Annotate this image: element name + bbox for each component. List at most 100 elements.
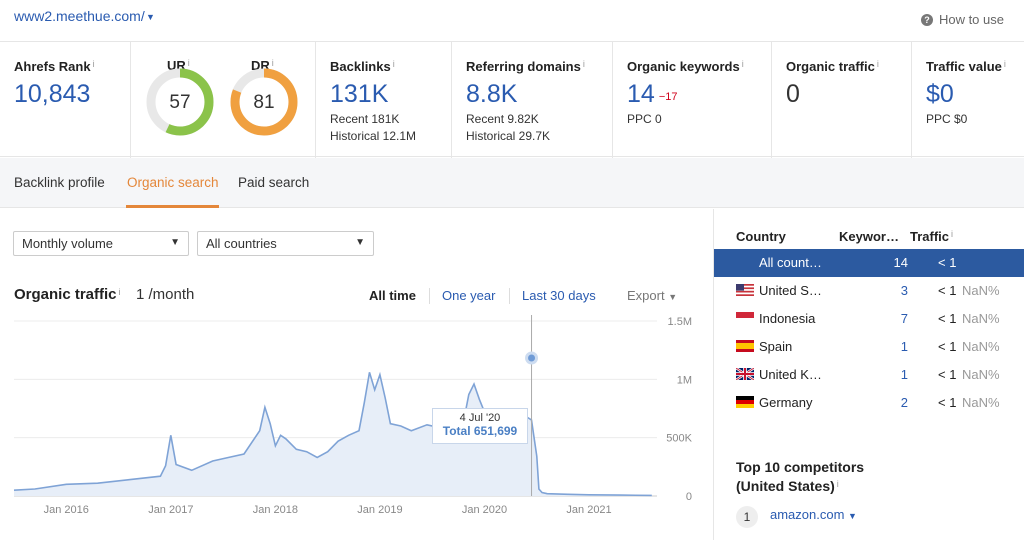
organic-traffic-chart[interactable]: 1.5M 1M 500K 0 Jan 2016 Jan 2017 Jan 2018 Jan 2…: [0, 315, 712, 540]
country-name: United S…: [759, 283, 822, 298]
country-name: Germany: [759, 395, 813, 410]
country-row-us[interactable]: United S… 3 < 1 NaN%: [714, 277, 1024, 305]
indonesia-flag-icon: [736, 312, 754, 324]
y-tick-label: 1M: [677, 374, 692, 386]
info-icon[interactable]: i: [393, 59, 395, 69]
backlinks-value[interactable]: 131K: [330, 80, 388, 109]
germany-flag-icon: [736, 396, 754, 408]
range-last-30-days[interactable]: Last 30 days: [522, 288, 596, 303]
how-to-use-link[interactable]: ? How to use: [920, 12, 1004, 27]
country-keywords: 14: [893, 255, 908, 270]
ahrefs-rank-value: 10,843: [14, 80, 91, 108]
metric-ur-dr: UR i 57 DR i 81: [131, 42, 316, 158]
country-traffic-share: NaN%: [962, 395, 1000, 410]
how-to-use-label: How to use: [938, 12, 1004, 27]
caret-down-icon: ▼: [848, 511, 857, 521]
ur-value: 57: [169, 92, 190, 113]
tab-organic-search[interactable]: Organic search: [127, 175, 219, 190]
x-tick-label: Jan 2016: [44, 504, 89, 516]
backlinks-historical: Historical 12.1M: [330, 129, 417, 143]
country-name: United K…: [759, 367, 822, 382]
referring-domains-value[interactable]: 8.8K: [466, 80, 517, 109]
country-header[interactable]: Country: [736, 229, 786, 244]
info-icon[interactable]: i: [583, 59, 585, 69]
info-icon[interactable]: i: [119, 287, 121, 297]
divider: [429, 288, 430, 304]
caret-down-icon: ▼: [355, 237, 365, 248]
traffic-area: [14, 372, 652, 496]
info-icon[interactable]: i: [951, 229, 953, 239]
y-tick-label: 0: [686, 491, 692, 503]
export-button[interactable]: Export ▼: [627, 288, 677, 303]
x-tick-label: Jan 2018: [253, 504, 298, 516]
uk-flag-icon: [736, 368, 754, 380]
top-bar: www2.meethue.com/ ▼ ? How to use: [0, 0, 1024, 40]
country-row-uk[interactable]: United K… 1 < 1 NaN%: [714, 361, 1024, 389]
x-tick-label: Jan 2019: [357, 504, 402, 516]
country-keywords[interactable]: 2: [901, 395, 908, 410]
country-keywords[interactable]: 7: [901, 311, 908, 326]
info-icon[interactable]: i: [837, 479, 839, 489]
metric-organic-traffic: Organic traffic i 0: [772, 42, 912, 158]
country-traffic: < 1: [938, 255, 957, 270]
country-row-indonesia[interactable]: Indonesia 7 < 1 NaN%: [714, 305, 1024, 333]
competitor-link[interactable]: amazon.com ▼: [770, 507, 857, 522]
country-name: Indonesia: [759, 311, 816, 326]
traffic-value-label: Traffic value i: [926, 59, 1006, 74]
organic-keywords-value[interactable]: 14 −17: [627, 80, 677, 109]
country-traffic: < 1: [938, 311, 957, 326]
organic-keywords-delta: −17: [658, 91, 678, 103]
help-icon: ?: [920, 14, 933, 26]
range-one-year[interactable]: One year: [442, 288, 495, 303]
dr-gauge: 81: [230, 68, 298, 136]
country-row-all[interactable]: All count… 14 < 1: [714, 249, 1024, 277]
country-row-germany[interactable]: Germany 2 < 1 NaN%: [714, 389, 1024, 417]
chart-tooltip: 4 Jul '20 Total 651,699: [432, 408, 528, 444]
country-panel: Country Keywor… Traffic i All count… 14 <…: [713, 209, 1024, 540]
tab-backlink-profile[interactable]: Backlink profile: [14, 175, 105, 190]
tab-paid-search[interactable]: Paid search: [238, 175, 309, 190]
countries-select[interactable]: All countries ▼: [197, 231, 374, 256]
divider: [509, 288, 510, 304]
competitor-rank: 1: [736, 506, 758, 528]
country-traffic-share: NaN%: [962, 283, 1000, 298]
x-tick-label: Jan 2017: [148, 504, 193, 516]
referring-domains-historical: Historical 29.7K: [466, 129, 551, 143]
x-tick-label: Jan 2021: [566, 504, 611, 516]
ahrefs-rank-label: Ahrefs Rank i: [14, 59, 95, 74]
range-all-time[interactable]: All time: [369, 288, 416, 303]
us-flag-icon: [736, 284, 754, 296]
info-icon[interactable]: i: [1004, 59, 1006, 69]
info-icon[interactable]: i: [93, 59, 95, 69]
traffic-header[interactable]: Traffic i: [910, 229, 953, 244]
y-tick-label: 1.5M: [668, 316, 692, 328]
caret-down-icon: ▼: [170, 237, 180, 248]
x-tick-label: Jan 2020: [462, 504, 507, 516]
metrics-row: Ahrefs Rank i 10,843 UR i 57 DR i 81 Backli…: [0, 41, 1024, 158]
country-keywords[interactable]: 3: [901, 283, 908, 298]
organic-traffic-label: Organic traffic i: [786, 59, 879, 74]
keywords-header[interactable]: Keywor…: [839, 229, 899, 244]
country-traffic-share: NaN%: [962, 311, 1000, 326]
domain-selector[interactable]: www2.meethue.com/: [14, 8, 145, 24]
tooltip-date: 4 Jul '20: [459, 412, 501, 424]
referring-domains-recent: Recent 9.82K: [466, 112, 539, 126]
country-keywords[interactable]: 1: [901, 367, 908, 382]
volume-select[interactable]: Monthly volume ▼: [13, 231, 189, 256]
referring-domains-label: Referring domains i: [466, 59, 585, 74]
organic-keywords-ppc: PPC 0: [627, 112, 662, 126]
metric-ahrefs-rank: Ahrefs Rank i 10,843: [0, 42, 131, 158]
spain-flag-icon: [736, 340, 754, 352]
country-keywords[interactable]: 1: [901, 339, 908, 354]
tooltip-total: Total 651,699: [442, 424, 518, 438]
info-icon[interactable]: i: [877, 59, 879, 69]
country-row-spain[interactable]: Spain 1 < 1 NaN%: [714, 333, 1024, 361]
hover-point: [525, 351, 539, 365]
caret-down-icon: ▼: [668, 292, 678, 302]
volume-select-value: Monthly volume: [22, 236, 114, 251]
chevron-down-icon[interactable]: ▼: [146, 12, 155, 22]
country-traffic: < 1: [938, 367, 957, 382]
country-name: Spain: [759, 339, 793, 354]
info-icon[interactable]: i: [742, 59, 744, 69]
metric-backlinks: Backlinks i 131K Recent 181K Historical 1…: [316, 42, 452, 158]
